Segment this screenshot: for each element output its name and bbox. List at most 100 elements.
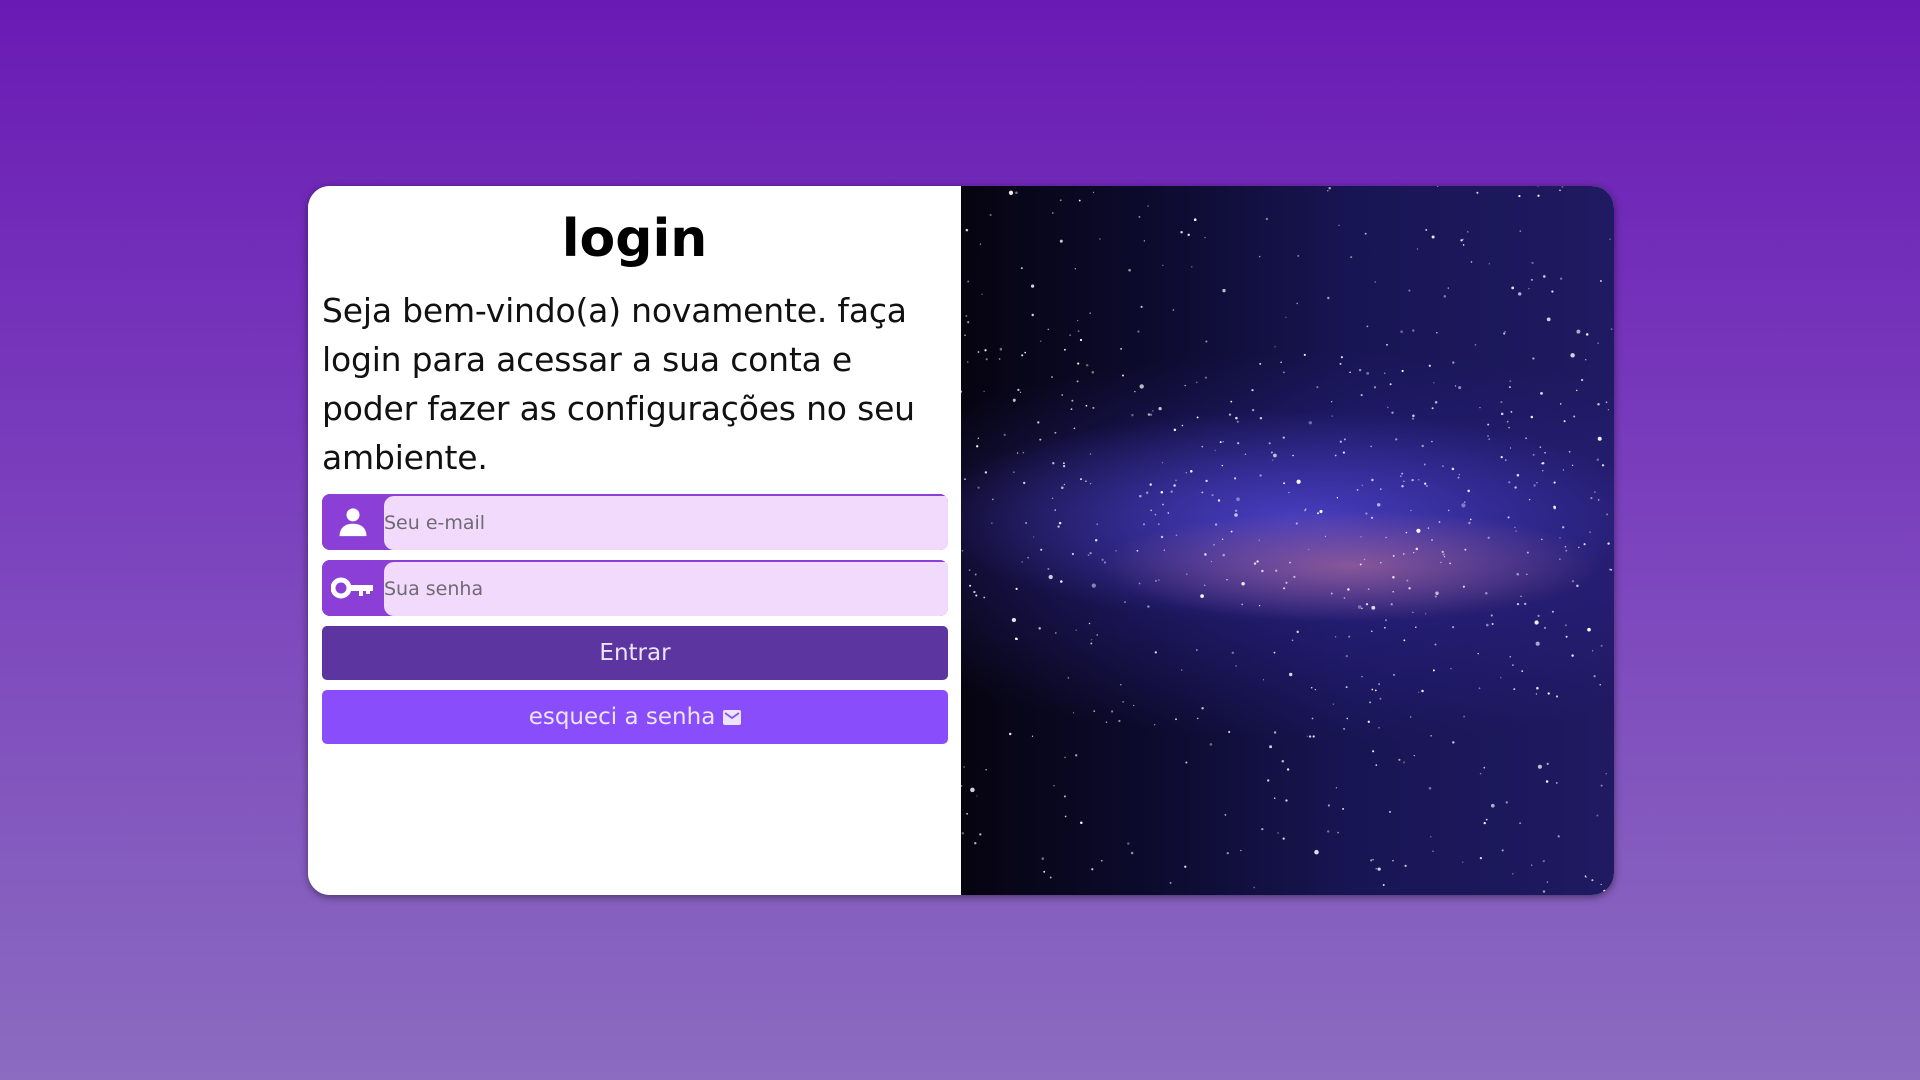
star [1571, 464, 1574, 466]
star [1231, 651, 1235, 655]
star [1259, 362, 1262, 365]
star [1054, 431, 1057, 434]
star [974, 573, 977, 576]
email-input[interactable] [384, 496, 948, 550]
star [1408, 587, 1411, 590]
star [1345, 654, 1348, 658]
star [1500, 456, 1503, 459]
star [1486, 623, 1489, 627]
star [1175, 534, 1178, 537]
star [1308, 548, 1310, 551]
star [983, 596, 986, 599]
email-field [322, 494, 948, 550]
star [1314, 688, 1317, 691]
star [1161, 462, 1164, 464]
star [1080, 821, 1083, 824]
star [1380, 561, 1382, 564]
star [1069, 334, 1071, 336]
star [1350, 256, 1353, 259]
star [1412, 329, 1415, 332]
star [966, 812, 968, 815]
star [1122, 701, 1124, 703]
star [1406, 579, 1409, 582]
star [1057, 525, 1060, 528]
star [1158, 406, 1162, 411]
star [1074, 268, 1077, 270]
star [1151, 410, 1154, 412]
star [1092, 191, 1095, 194]
star [1508, 481, 1511, 484]
star [1283, 587, 1286, 590]
star [1256, 560, 1259, 563]
star [1479, 406, 1481, 409]
star [1343, 438, 1346, 441]
star [1275, 569, 1278, 572]
star [1388, 810, 1392, 813]
star [1434, 401, 1438, 404]
star [1139, 384, 1144, 389]
star [1531, 261, 1534, 265]
star [1091, 639, 1093, 641]
galaxy-image [961, 186, 1614, 895]
star [1293, 575, 1296, 579]
star [1015, 587, 1018, 590]
star [1463, 715, 1466, 718]
star [1052, 462, 1055, 465]
star [1103, 561, 1107, 564]
star [1431, 538, 1433, 541]
star [1205, 340, 1208, 343]
star [1025, 522, 1028, 524]
star [1158, 579, 1160, 581]
star [1213, 544, 1215, 546]
login-card: login Seja bem-vindo(a) novamente. faça … [308, 186, 1614, 895]
star [1432, 850, 1434, 852]
star [1434, 595, 1437, 598]
star [1236, 420, 1239, 423]
star [1412, 611, 1414, 613]
star [1235, 416, 1238, 420]
star [1047, 567, 1050, 570]
star [1476, 191, 1479, 194]
star [1559, 189, 1561, 192]
star [1335, 787, 1338, 789]
star [1570, 353, 1575, 358]
star [1100, 859, 1103, 862]
star [984, 349, 987, 352]
star [1241, 603, 1244, 606]
star [1016, 638, 1018, 641]
star [1441, 550, 1444, 554]
star [1071, 399, 1074, 402]
star [1375, 764, 1378, 766]
star [1371, 478, 1374, 482]
password-input[interactable] [384, 562, 948, 616]
star [1078, 199, 1081, 202]
star [1076, 380, 1079, 383]
star [1425, 228, 1428, 231]
star [1443, 556, 1446, 558]
star [1360, 536, 1362, 538]
star [1390, 603, 1393, 606]
star [1607, 409, 1610, 411]
star [1040, 548, 1043, 551]
star [1051, 376, 1053, 378]
star [1488, 438, 1491, 441]
star [1564, 624, 1567, 627]
star [1401, 472, 1404, 475]
star [1514, 486, 1517, 489]
star [1048, 574, 1053, 580]
star [1149, 413, 1153, 416]
star [1261, 827, 1264, 831]
star [1571, 579, 1575, 583]
forgot-password-button[interactable]: esqueci a senha [322, 690, 948, 744]
star [1565, 635, 1568, 638]
star [1124, 601, 1126, 603]
login-button[interactable]: Entrar [322, 626, 948, 680]
star [1401, 369, 1404, 373]
star [1425, 484, 1428, 487]
star [1273, 651, 1276, 654]
star [1020, 267, 1023, 270]
star [974, 842, 977, 845]
star [1392, 860, 1394, 862]
star [1508, 386, 1511, 389]
star [1195, 381, 1198, 384]
